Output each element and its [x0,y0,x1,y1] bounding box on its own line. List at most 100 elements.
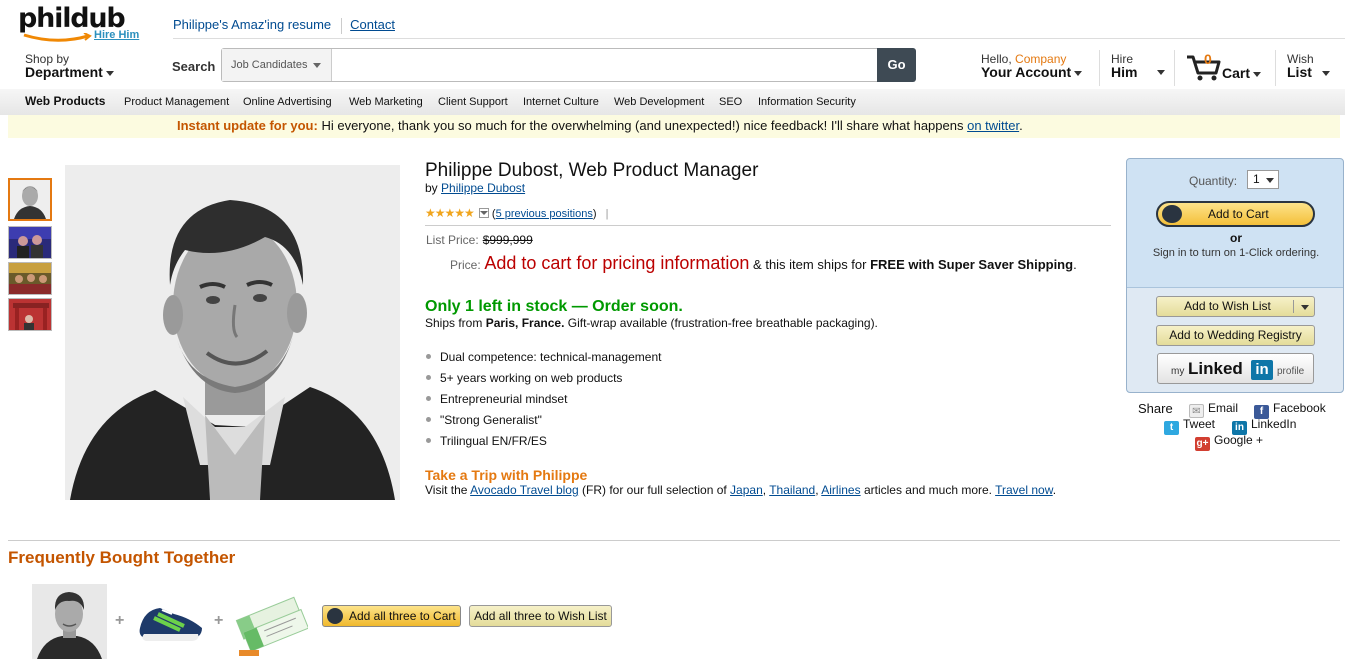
nav-client-support[interactable]: Client Support [438,96,508,108]
stock-status: Only 1 left in stock — Order soon. [425,298,683,315]
resume-link[interactable]: Philippe's Amaz'ing resume [173,17,331,32]
rating: ★★★★★ (5 previous positions) | [425,206,609,220]
price-value: Add to cart for pricing information [484,253,750,273]
feature-bullet: "Strong Generalist" [426,413,661,434]
share-google[interactable]: g+ Google + [1195,433,1263,451]
search-category-select[interactable]: Job Candidates [222,49,332,81]
fbt-item-portrait[interactable] [32,584,107,659]
list-price-label: List Price: [426,233,479,247]
nav-product-management[interactable]: Product Management [124,96,229,108]
linkedin-profile-label: profile [1277,366,1305,377]
thumbnail-photo-4[interactable] [8,298,52,331]
linkedin-profile-button[interactable]: my Linked in profile [1157,353,1314,384]
author-link[interactable]: Philippe Dubost [441,181,525,195]
fbt-title: Frequently Bought Together [8,548,236,567]
chevron-down-icon [1321,70,1330,76]
trip-after: articles and much more. [860,483,996,497]
chevron-down-icon [313,62,322,68]
wish-list-menu[interactable]: Wish List [1287,53,1330,79]
cart-icon [1162,205,1182,223]
fbt-item-shoe[interactable] [132,584,207,659]
price-rest: & this item ships for [749,257,871,272]
hire-him-menu[interactable]: Hire Him [1111,53,1165,80]
nav-web-marketing[interactable]: Web Marketing [349,96,423,108]
ships-from-place: Paris, France. [485,316,565,330]
email-icon: ✉ [1189,404,1204,418]
shop-by-department-menu[interactable]: Shop by Department [25,53,114,79]
plus-sign: + [115,612,125,629]
search-go-button[interactable]: Go [877,48,916,82]
quantity-select[interactable]: 1 [1247,170,1279,189]
button-split [1293,300,1294,313]
search-bar: Job Candidates [221,48,878,82]
banner-text: Hi everyone, thank you so much for the o… [317,118,968,133]
ships-from: Ships from Paris, France. Gift-wrap avai… [425,316,878,330]
free-shipping: FREE with Super Saver Shipping [870,257,1074,272]
your-account-label: Your Account [981,64,1072,80]
share-email-label: Email [1208,401,1239,415]
feature-bullets: Dual competence: technical-management 5+… [426,350,661,455]
banner-lead: Instant update for you: [177,118,318,133]
list-price: List Price: $999,999 [426,233,533,247]
airlines-link[interactable]: Airlines [821,483,860,497]
nav-seo[interactable]: SEO [719,96,742,108]
nav-internet-culture[interactable]: Internet Culture [523,96,599,108]
share-google-label: Google + [1214,433,1264,447]
contact-link[interactable]: Contact [350,17,395,32]
chevron-down-icon [1301,305,1309,310]
add-all-to-wish-list-button[interactable]: Add all three to Wish List [469,605,612,627]
buy-box: Quantity: 1 Add to Cart or Sign in to tu… [1126,158,1344,393]
thumbnail-photo-3[interactable] [8,262,52,295]
logo-smile-icon [23,33,92,42]
nav-web-development[interactable]: Web Development [614,96,704,108]
category-nav: Web Products Product Management Online A… [0,89,1345,115]
nav-information-security[interactable]: Information Security [758,96,856,108]
your-account-menu[interactable]: Hello, Company Your Account [981,53,1083,80]
logo-tagline[interactable]: Hire Him [94,29,139,41]
nav-separator [1099,50,1100,86]
cart-menu[interactable]: 0 Cart [1185,51,1267,85]
top-links-separator [341,17,343,34]
add-to-cart-button[interactable]: Add to Cart [1156,201,1315,227]
feature-bullet: Trilingual EN/FR/ES [426,434,661,455]
add-to-wedding-registry-button[interactable]: Add to Wedding Registry [1156,325,1315,346]
google-plus-icon: g+ [1195,437,1210,451]
share-tweet-label: Tweet [1183,417,1216,431]
thumbnail-photo-2[interactable] [8,226,52,259]
thumbnail-portrait[interactable] [8,178,52,221]
logo[interactable]: phildub Hire Him [18,4,143,44]
rating-stars: ★★★★★ [425,206,475,220]
linkedin-my: my [1171,366,1185,377]
nav-online-advertising[interactable]: Online Advertising [243,96,332,108]
plane-tickets-image [233,584,308,659]
add-to-wish-list-button[interactable]: Add to Wish List [1156,296,1315,317]
one-click-text[interactable]: Sign in to turn on 1-Click ordering. [1127,247,1345,259]
search-category-value: Job Candidates [231,59,308,71]
header-divider [173,38,1345,39]
thailand-link[interactable]: Thailand [769,483,815,497]
add-all-to-cart-button[interactable]: Add all three to Cart [322,605,461,627]
fbt-item-tickets[interactable] [233,584,308,659]
department-label: Department [25,64,103,80]
list-price-value: $999,999 [482,233,533,247]
nav-web-products[interactable]: Web Products [25,94,105,108]
japan-link[interactable]: Japan [730,483,763,497]
photo-thumbnail-image [9,263,51,294]
search-input[interactable] [333,49,877,81]
rating-dropdown-icon[interactable] [478,208,489,218]
share-email[interactable]: ✉ Email [1189,401,1238,418]
ships-from-label: Ships from [425,316,486,330]
previous-positions-link[interactable]: 5 previous positions [496,208,593,220]
travel-now-link[interactable]: Travel now [995,483,1053,497]
trip-title: Take a Trip with Philippe [425,467,588,483]
portrait-image [65,165,400,500]
share-facebook-label: Facebook [1273,401,1326,415]
travel-blog-link[interactable]: Avocado Travel blog [470,483,579,497]
product-title: Philippe Dubost, Web Product Manager [425,160,759,181]
twitter-link[interactable]: on twitter [967,118,1019,133]
main-product-photo[interactable] [65,165,400,500]
top-links: Philippe's Amaz'ing resume Contact [173,17,395,34]
feature-bullet: 5+ years working on web products [426,371,661,392]
add-all-to-cart-label: Add all three to Cart [349,609,456,623]
him-label: Him [1111,64,1138,80]
